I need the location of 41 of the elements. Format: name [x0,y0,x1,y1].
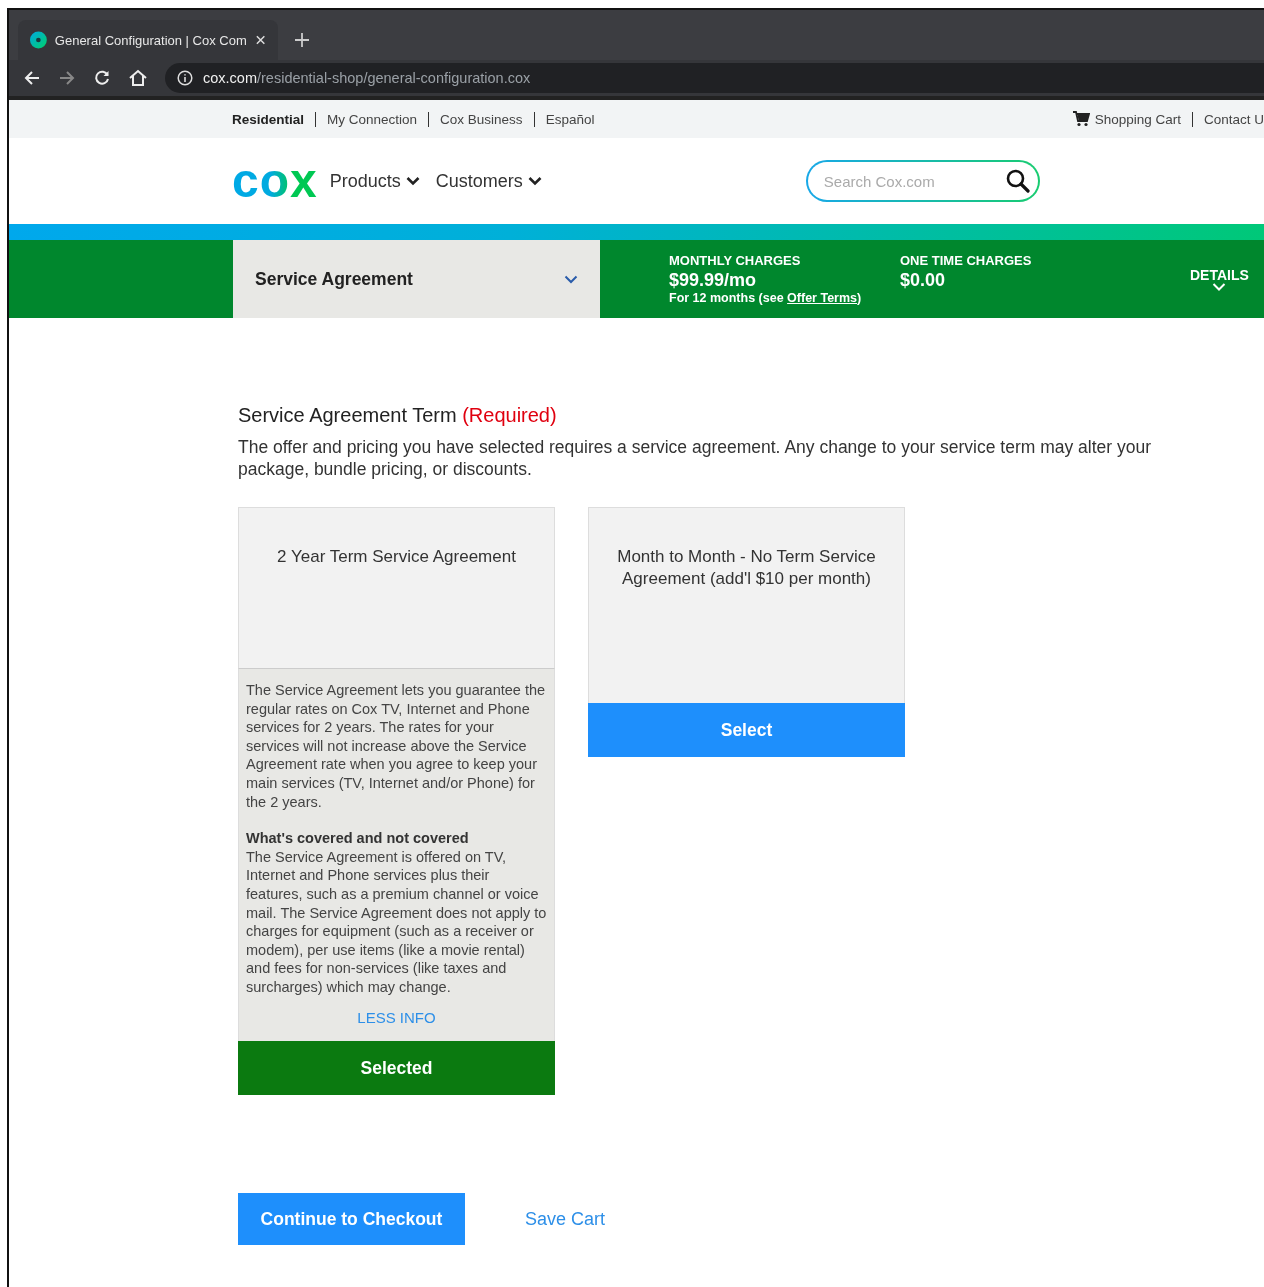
chevron-down-icon [564,274,578,284]
charge-label: MONTHLY CHARGES [669,253,802,268]
search-icon[interactable] [1005,169,1030,193]
utility-link[interactable]: My Connection [327,111,418,127]
address-bar[interactable]: cox.com/residential-shop/general-configuration.cox [165,63,1264,93]
select-button[interactable]: Selected [238,1041,555,1096]
utility-link[interactable]: Contact U [1203,111,1264,127]
utility-link[interactable]: Español [545,111,595,127]
option-title: Month to Month - No Term Service Agreement (add'l $10 per month) [617,547,876,588]
nav-menu[interactable]: Products [329,170,420,192]
info-text: The Service Agreement is offered on TV, Internet and Phone services plus their features, such as a premium channel or voice mail. The Service Agreement does not apply to charges for equipment (such as a receiver or modem), per use items (like a movie rental) and fees for non-services (like taxes and surcharges) which may change. [246,847,547,997]
nav-menu[interactable]: Customers [435,170,542,192]
offer-terms-link[interactable]: Offer Terms [787,291,858,305]
info-text: The Service Agreement lets you guarantee the regular rates on Cox TV, Internet and Phone services for 2 years. The rates for your services will not increase above the Service Agreement rate when you agree to keep your main services (TV, Internet and/or Phone) for the 2 years. [246,681,547,812]
info-icon [177,70,193,86]
details-toggle[interactable]: DETAILS [1190,240,1249,318]
utility-link[interactable]: Cox Business [440,111,523,127]
charge-amount: $0.00 [900,270,947,291]
section-dropdown[interactable]: Service Agreement [233,240,600,318]
search-field[interactable]: Search Cox.com [805,160,1040,202]
charge-amount: $99.99/mo [669,270,758,291]
info-heading: What's covered and not covered [246,829,470,848]
home-icon[interactable] [128,69,148,87]
utility-link[interactable]: Residential [232,111,305,127]
back-icon[interactable] [23,69,41,87]
forward-icon[interactable] [58,69,76,87]
cart-icon [1072,111,1090,127]
new-tab-icon[interactable] [294,32,310,48]
tab-title: General Configuration | Cox Com [54,32,247,48]
utility-link[interactable]: Shopping Cart [1094,111,1181,127]
chevron-down-icon [527,176,542,186]
chevron-down-icon [1212,283,1227,291]
section-description: The offer and pricing you have selected requires a service agreement. Any change to your service term may alter your package, bundle pricing, or discounts. [238,436,1153,480]
reload-icon[interactable] [93,69,111,87]
section-heading: Service Agreement Term (Required) [238,404,558,427]
close-icon[interactable] [254,34,266,46]
charge-note: For 12 months (see Offer Terms) [669,291,863,305]
charge-label: ONE TIME CHARGES [900,253,1033,268]
option-title: 2 Year Term Service Agreement [277,547,516,566]
chevron-down-icon [405,176,420,186]
browser-tab[interactable]: General Configuration | Cox Com [18,20,278,60]
